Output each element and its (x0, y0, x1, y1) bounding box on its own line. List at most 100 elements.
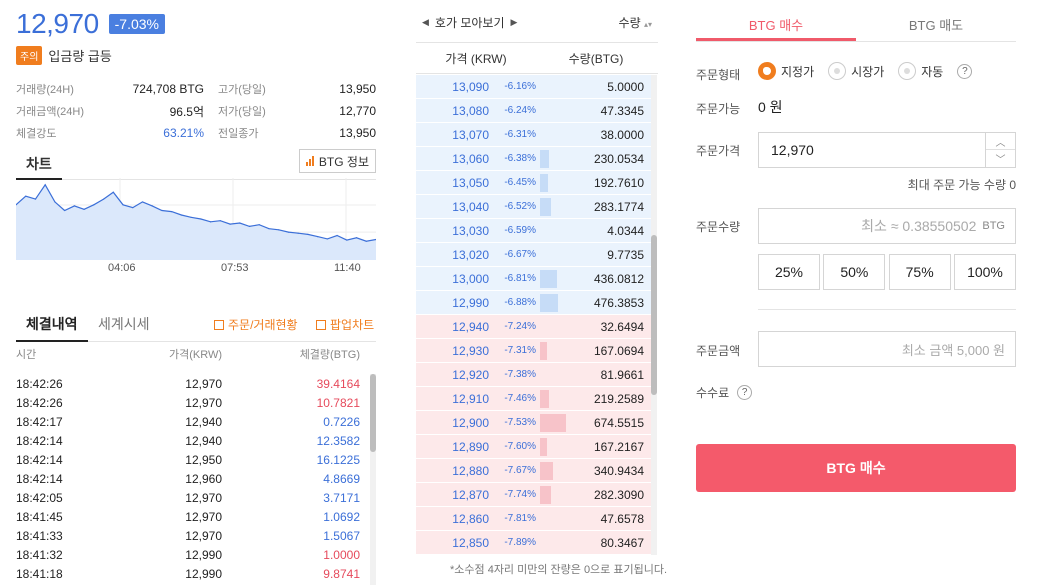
book-qty: 192.7610 (593, 175, 644, 190)
depth-bar (540, 438, 547, 456)
help-icon[interactable]: ? (737, 385, 753, 400)
popup-chart-link[interactable]: 팝업차트 (316, 316, 374, 333)
stat-label: 체결강도 (16, 128, 57, 140)
alert-badge: 주의 (16, 46, 43, 65)
chevron-down-icon[interactable]: ﹀ (986, 150, 1015, 167)
ask-row[interactable]: 13,000 -6.81% 436.0812 (416, 267, 652, 291)
ask-row[interactable]: 13,040 -6.52% 283.1774 (416, 195, 652, 219)
scroll-thumb[interactable] (651, 235, 657, 395)
pct-100-button[interactable]: 100% (953, 254, 1016, 290)
ask-row[interactable]: 13,090 -6.16% 5.0000 (416, 75, 652, 99)
ask-row[interactable]: 13,020 -6.67% 9.7735 (416, 243, 652, 267)
pct-50-button[interactable]: 50% (823, 254, 886, 290)
price-stepper[interactable]: ︿ ﹀ (986, 132, 1016, 168)
tab-trades[interactable]: 체결내역 (16, 314, 88, 342)
chevron-up-icon[interactable]: ︿ (986, 133, 1015, 150)
ask-row[interactable]: 13,080 -6.24% 47.3345 (416, 99, 652, 123)
price-chart[interactable] (16, 178, 376, 260)
book-qty: 436.0812 (593, 271, 644, 286)
caret-right-icon[interactable]: ▶ (511, 17, 518, 28)
book-price: 13,050 (452, 175, 489, 190)
stat-value: 13,950 (339, 126, 376, 140)
max-qty-note: 최대 주문 가능 수량 0 (907, 178, 1016, 192)
tab-sell[interactable]: BTG 매도 (856, 6, 1016, 41)
book-price: 12,890 (452, 439, 489, 454)
buy-button[interactable]: BTG 매수 (696, 444, 1016, 492)
price-point (287, 231, 290, 233)
ask-row[interactable]: 13,060 -6.38% 230.0534 (416, 147, 652, 171)
depth-bar (540, 486, 551, 504)
radio-auto[interactable]: 자동 (898, 62, 943, 80)
order-tabs: BTG 매수 BTG 매도 (696, 6, 1016, 42)
book-price: 12,940 (452, 319, 489, 334)
tab-world-prices[interactable]: 세계시세 (98, 314, 150, 342)
table-row: 18:42:14 12,960 4.8669 (16, 469, 360, 488)
ask-row[interactable]: 13,050 -6.45% 192.7610 (416, 171, 652, 195)
book-price: 13,000 (452, 271, 489, 286)
book-qty: 282.3090 (593, 487, 644, 502)
caret-left-icon[interactable]: ◀ (422, 17, 429, 28)
trade-time: 18:42:26 (16, 376, 63, 391)
table-row: 18:41:33 12,970 1.5067 (16, 526, 360, 545)
depth-bar (540, 342, 547, 360)
book-price: 12,900 (452, 415, 489, 430)
bid-row[interactable]: 12,860 -7.81% 47.6578 (416, 507, 652, 531)
bid-row[interactable]: 12,940 -7.24% 32.6494 (416, 315, 652, 339)
bid-row[interactable]: 12,930 -7.31% 167.0694 (416, 339, 652, 363)
sort-icon: ▴▾ (643, 19, 652, 29)
trade-price: 12,970 (185, 395, 222, 410)
alert-row: 주의 입금량 급등 (16, 46, 112, 65)
bid-row[interactable]: 12,920 -7.38% 81.9661 (416, 363, 652, 387)
order-form: BTG 매수 BTG 매도 주문형태 지정가 시장가 자동 ? 주문가능 0 원… (696, 0, 1016, 585)
ask-row[interactable]: 12,990 -6.88% 476.3853 (416, 291, 652, 315)
book-price: 12,930 (452, 343, 489, 358)
price-input[interactable]: 12,970 (758, 132, 986, 168)
book-pct: -7.89% (504, 537, 536, 548)
bid-row[interactable]: 12,880 -7.67% 340.9434 (416, 459, 652, 483)
trade-list[interactable]: 18:42:26 12,970 39.4164 18:42:26 12,970 10.78… (16, 374, 360, 585)
help-icon[interactable]: ? (957, 63, 973, 79)
ask-row[interactable]: 13,070 -6.31% 38.0000 (416, 123, 652, 147)
orderbook-toolbar: ◀ 호가 모아보기 ▶ 수량 ▴▾ (416, 8, 658, 36)
group-label[interactable]: 호가 모아보기 (435, 14, 505, 31)
trade-scrollbar[interactable] (370, 374, 376, 585)
price-point (102, 198, 105, 200)
price-point (239, 222, 241, 224)
book-pct: -7.60% (504, 441, 536, 452)
trade-price: 12,940 (185, 414, 222, 429)
bid-row[interactable]: 12,850 -7.89% 80.3467 (416, 531, 652, 555)
orderbook-scrollbar[interactable] (651, 75, 657, 555)
amount-input[interactable]: 최소 금액 5,000 원 (758, 331, 1016, 367)
ask-row[interactable]: 13,030 -6.59% 4.0344 (416, 219, 652, 243)
qty-input[interactable]: 최소 ≈ 0.38550502 BTG (758, 208, 1016, 244)
book-price: 12,910 (452, 391, 489, 406)
bid-row[interactable]: 12,900 -7.53% 674.5515 (416, 411, 652, 435)
bid-row[interactable]: 12,890 -7.60% 167.2167 (416, 435, 652, 459)
trade-price: 12,990 (185, 566, 222, 581)
trade-price: 12,950 (185, 452, 222, 467)
radio-market[interactable]: 시장가 (828, 62, 884, 80)
book-pct: -6.45% (504, 177, 536, 188)
price-point (317, 236, 319, 238)
btg-info-button[interactable]: BTG 정보 (298, 149, 376, 173)
bid-row[interactable]: 12,910 -7.46% 219.2589 (416, 387, 652, 411)
tab-chart[interactable]: 차트 (16, 150, 62, 180)
depth-bar (540, 294, 558, 312)
table-row: 18:42:05 12,970 3.7171 (16, 488, 360, 507)
scroll-thumb[interactable] (370, 374, 376, 452)
price-point (248, 225, 251, 227)
pct-75-button[interactable]: 75% (888, 254, 951, 290)
pct-25-button[interactable]: 25% (758, 254, 820, 290)
bid-row[interactable]: 12,870 -7.74% 282.3090 (416, 483, 652, 507)
orderbook-note: *소수점 4자리 미만의 잔량은 0으로 표기됩니다. (450, 564, 668, 576)
order-status-link[interactable]: 주문/거래현황 (214, 316, 298, 333)
book-price: 12,870 (452, 487, 489, 502)
tab-buy[interactable]: BTG 매수 (696, 6, 856, 41)
book-pct: -7.67% (504, 465, 536, 476)
book-price: 12,920 (452, 367, 489, 382)
qty-sort-label: 수량 (618, 15, 641, 30)
table-row: 18:42:17 12,940 0.7226 (16, 412, 360, 431)
radio-limit[interactable]: 지정가 (758, 62, 814, 80)
price-point (132, 207, 134, 209)
qty-sort[interactable]: 수량 ▴▾ (619, 14, 652, 31)
